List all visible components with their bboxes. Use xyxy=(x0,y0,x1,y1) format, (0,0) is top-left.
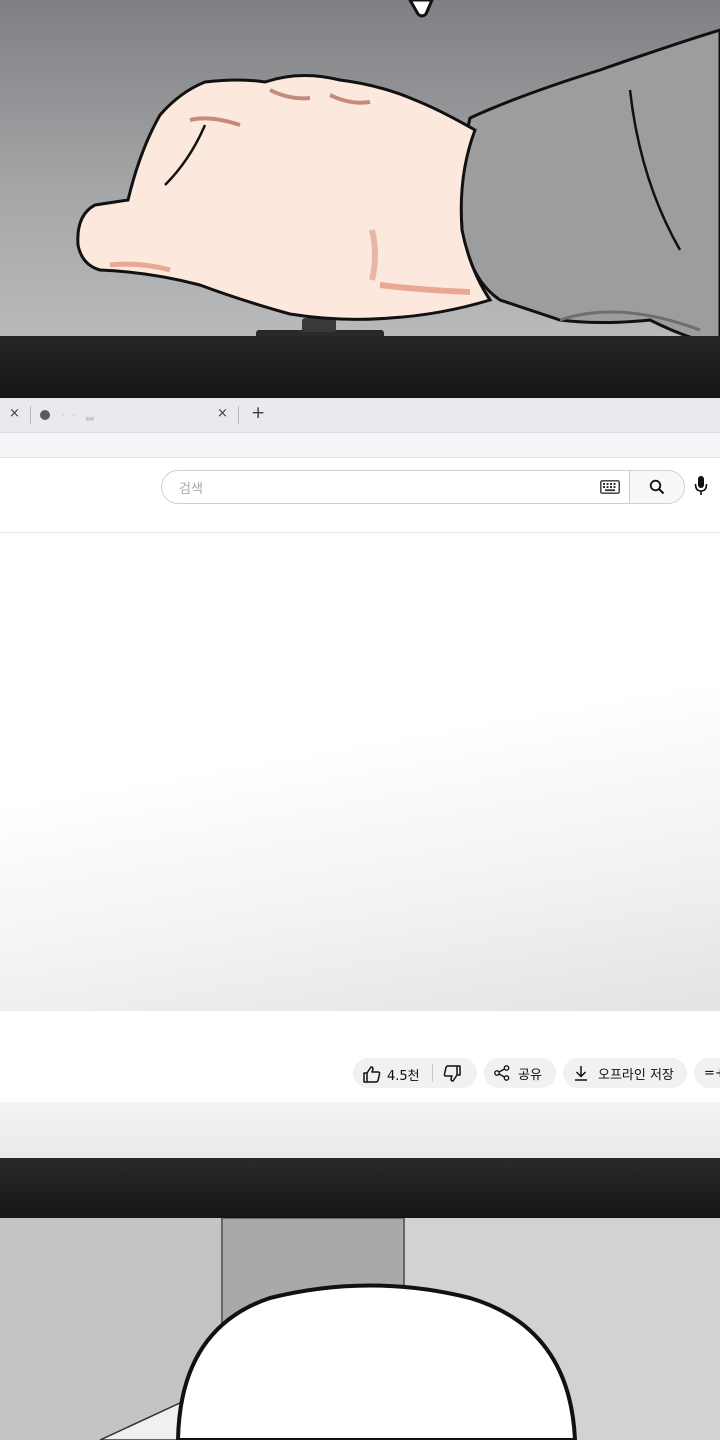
share-button[interactable]: 공유 xyxy=(484,1058,556,1088)
like-count: 4.5천 xyxy=(387,1069,420,1084)
monitor-bezel-top xyxy=(0,336,720,398)
video-player[interactable] xyxy=(0,533,720,1011)
site-header: 검색 xyxy=(0,458,720,533)
search-input[interactable]: 검색 xyxy=(161,470,630,504)
speech-bubble-tail xyxy=(408,0,434,18)
download-icon xyxy=(575,1066,587,1081)
download-label: 오프라인 저장 xyxy=(598,1067,674,1083)
like-divider xyxy=(432,1064,433,1082)
new-tab-button[interactable]: + xyxy=(251,403,265,423)
like-button[interactable]: 4.5천 xyxy=(363,1065,420,1084)
tab-favicon-icon xyxy=(40,410,50,420)
dislike-button[interactable] xyxy=(443,1065,461,1086)
tab-close-button[interactable]: × xyxy=(9,406,20,421)
monitor-bezel-bottom xyxy=(0,1158,720,1222)
thumbs-down-icon xyxy=(443,1065,461,1082)
office-illustration xyxy=(0,1218,720,1440)
save-to-playlist-button[interactable]: =+ xyxy=(694,1058,720,1088)
keyboard-icon[interactable] xyxy=(600,480,620,494)
save-playlist-icon: =+ xyxy=(704,1065,720,1081)
thumbs-up-icon xyxy=(363,1066,381,1083)
tab-close-button[interactable]: × xyxy=(217,406,228,421)
monitor-screen: × ᆞᆢ ᆸ × + 검색 4.5천 공유 오프라인 저장 = xyxy=(0,398,720,1104)
hand-illustration xyxy=(76,0,720,340)
tab-separator xyxy=(30,406,31,424)
hand xyxy=(76,73,493,321)
search-button[interactable] xyxy=(629,470,685,504)
sleeve xyxy=(459,28,720,340)
screen-bottom-edge xyxy=(0,1102,720,1162)
search-icon xyxy=(649,479,665,495)
tab-bar: × ᆞᆢ ᆸ × + xyxy=(0,398,720,433)
microphone-icon[interactable] xyxy=(694,475,708,497)
download-button[interactable]: 오프라인 저장 xyxy=(563,1058,687,1088)
video-actions: 4.5천 공유 오프라인 저장 = xyxy=(0,1058,720,1088)
monitor-stand-knob xyxy=(302,318,336,332)
hand-panel xyxy=(0,0,720,340)
share-label: 공유 xyxy=(518,1067,542,1083)
tab-title[interactable]: ᆞᆢ ᆸ xyxy=(58,407,96,423)
office-panel xyxy=(0,1218,720,1440)
comic-scene: × ᆞᆢ ᆸ × + 검색 4.5천 공유 오프라인 저장 = xyxy=(0,0,720,1440)
like-dislike-group: 4.5천 xyxy=(353,1058,477,1088)
address-bar-strip xyxy=(0,433,720,458)
share-icon xyxy=(494,1065,510,1081)
search-placeholder: 검색 xyxy=(179,482,203,497)
tab-separator xyxy=(238,406,239,424)
